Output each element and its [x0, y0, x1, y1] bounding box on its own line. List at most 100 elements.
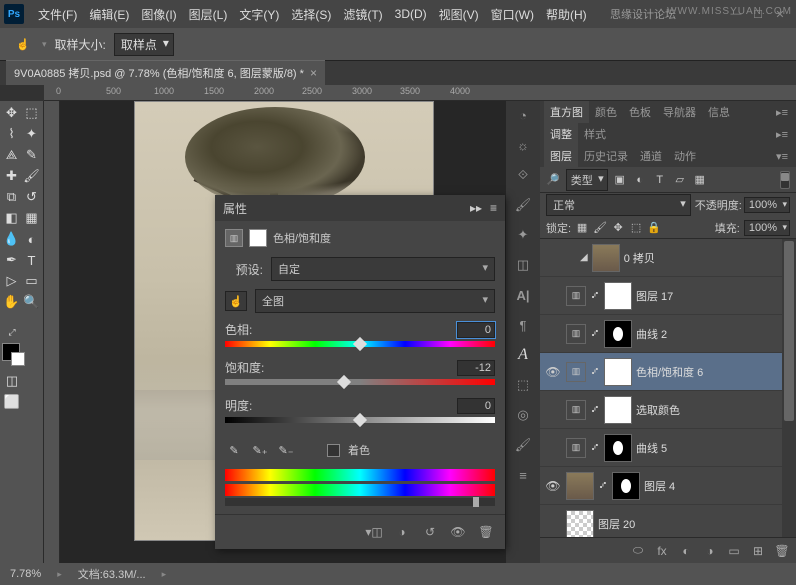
- layer-row[interactable]: 图层 20: [540, 505, 796, 537]
- layer-row[interactable]: 👁▥⑇色相/饱和度 6: [540, 353, 796, 391]
- hue-input[interactable]: 0: [457, 322, 495, 338]
- panel-menu-icon[interactable]: ▸≡: [772, 106, 792, 119]
- eyedropper-tool[interactable]: ✎: [22, 145, 41, 165]
- vtab-icon[interactable]: 🖌: [511, 193, 535, 217]
- tab-histogram[interactable]: 直方图: [544, 101, 589, 123]
- tab-color[interactable]: 颜色: [589, 101, 623, 123]
- lock-position-icon[interactable]: ✥: [611, 221, 625, 235]
- path-tool[interactable]: ▷: [2, 271, 21, 291]
- link-icon[interactable]: ⑇: [590, 290, 600, 301]
- hue-slider[interactable]: [225, 341, 495, 351]
- menu-select[interactable]: 选择(S): [285, 2, 337, 27]
- lasso-tool[interactable]: ⌇: [2, 124, 21, 144]
- wand-tool[interactable]: ✦: [22, 124, 41, 144]
- vtab-icon[interactable]: ⬚: [511, 373, 535, 397]
- vtab-icon[interactable]: ◎: [511, 403, 535, 427]
- targeted-adjust-tool[interactable]: ☝: [225, 291, 247, 311]
- zoom-chevron-icon[interactable]: ▸: [57, 569, 62, 580]
- vtab-icon[interactable]: ◔: [511, 103, 535, 127]
- pen-tool[interactable]: ✒: [2, 250, 21, 270]
- layer-row[interactable]: ▥⑇图层 17: [540, 277, 796, 315]
- shape-tool[interactable]: ▭: [22, 271, 41, 291]
- link-icon[interactable]: ⑇: [598, 480, 608, 491]
- panel-menu-icon[interactable]: ≡: [490, 201, 497, 215]
- layer-thumb[interactable]: [566, 472, 594, 500]
- tab-styles[interactable]: 样式: [578, 123, 612, 145]
- gradient-tool[interactable]: ▦: [22, 208, 41, 228]
- vtab-icon[interactable]: ⟐: [511, 163, 535, 187]
- blend-mode-select[interactable]: 正常: [546, 194, 691, 216]
- menu-3d[interactable]: 3D(D): [389, 3, 433, 25]
- vtab-icon[interactable]: ☼: [511, 133, 535, 157]
- visibility-icon[interactable]: 👁: [449, 523, 467, 541]
- status-chevron-icon[interactable]: ▸: [162, 569, 167, 580]
- vtab-icon[interactable]: ≡: [511, 463, 535, 487]
- tab-adjustments[interactable]: 调整: [544, 123, 578, 145]
- type-tool[interactable]: T: [22, 250, 41, 270]
- menu-view[interactable]: 视图(V): [433, 2, 485, 27]
- mask-thumb[interactable]: [612, 472, 640, 500]
- delete-layer-icon[interactable]: 🗑: [774, 543, 790, 559]
- brush-tool[interactable]: 🖌: [22, 166, 41, 186]
- sample-size-select[interactable]: 取样点: [114, 33, 174, 56]
- properties-header[interactable]: 属性 ▸▸ ≡: [215, 195, 505, 221]
- layer-row[interactable]: 👁⑇图层 4: [540, 467, 796, 505]
- vtab-icon[interactable]: A|: [511, 283, 535, 307]
- panel-menu-icon[interactable]: ▸≡: [772, 128, 792, 141]
- eraser-tool[interactable]: ◧: [2, 208, 21, 228]
- zoom-level[interactable]: 7.78%: [10, 568, 41, 580]
- color-swap-icon[interactable]: ⤢: [2, 322, 22, 342]
- saturation-slider[interactable]: [225, 379, 495, 389]
- reset-icon[interactable]: ↺: [421, 523, 439, 541]
- layer-name[interactable]: 0 拷贝: [624, 250, 655, 266]
- crop-tool[interactable]: ⟁: [2, 145, 21, 165]
- link-layers-icon[interactable]: ⬭: [630, 543, 646, 559]
- mask-thumb[interactable]: [604, 396, 632, 424]
- eyedropper-minus-icon[interactable]: ✎₋: [277, 441, 295, 459]
- mask-thumb[interactable]: [604, 320, 632, 348]
- screen-mode-tool[interactable]: ⬜: [2, 392, 22, 412]
- vtab-icon[interactable]: ¶: [511, 313, 535, 337]
- layer-thumb[interactable]: [592, 244, 620, 272]
- fx-icon[interactable]: fx: [654, 543, 670, 559]
- filter-toggle[interactable]: [780, 171, 790, 189]
- mask-thumb[interactable]: [604, 358, 632, 386]
- clip-to-layer-icon[interactable]: ▾◫: [365, 523, 383, 541]
- delete-icon[interactable]: 🗑: [477, 523, 495, 541]
- layer-row[interactable]: ▥⑇曲线 5: [540, 429, 796, 467]
- vtab-icon[interactable]: ◫: [511, 253, 535, 277]
- document-tab[interactable]: 9V0A0885 拷贝.psd @ 7.78% (色相/饱和度 6, 图层蒙版/…: [6, 60, 325, 85]
- layer-name[interactable]: 图层 20: [598, 516, 635, 532]
- tab-navigator[interactable]: 导航器: [657, 101, 702, 123]
- lightness-slider[interactable]: [225, 417, 495, 427]
- previous-state-icon[interactable]: ◑: [393, 523, 411, 541]
- hue-range-handles[interactable]: [225, 498, 495, 506]
- layer-row[interactable]: ▥⑇曲线 2: [540, 315, 796, 353]
- colorize-checkbox[interactable]: [327, 444, 340, 457]
- menu-edit[interactable]: 编辑(E): [83, 2, 135, 27]
- menu-filter[interactable]: 滤镜(T): [337, 2, 388, 27]
- mask-mode-icon[interactable]: [249, 229, 267, 247]
- dodge-tool[interactable]: ◐: [22, 229, 41, 249]
- tab-history[interactable]: 历史记录: [578, 145, 634, 167]
- lock-artboard-icon[interactable]: ⬚: [629, 221, 643, 235]
- layer-name[interactable]: 图层 17: [636, 288, 673, 304]
- layer-name[interactable]: 图层 4: [644, 478, 675, 494]
- eyedropper-icon[interactable]: ✎: [225, 441, 243, 459]
- panel-menu-icon[interactable]: ▾≡: [772, 150, 792, 163]
- link-icon[interactable]: ⑇: [590, 442, 600, 453]
- tab-actions[interactable]: 动作: [668, 145, 702, 167]
- menu-window[interactable]: 窗口(W): [485, 2, 540, 27]
- opacity-input[interactable]: 100%: [744, 197, 790, 213]
- link-icon[interactable]: ⑇: [590, 366, 600, 377]
- color-range-select[interactable]: 全图: [255, 289, 495, 313]
- vtab-icon[interactable]: ✦: [511, 223, 535, 247]
- fill-input[interactable]: 100%: [744, 220, 790, 236]
- lock-transparent-icon[interactable]: ▦: [575, 221, 589, 235]
- preset-select[interactable]: 自定: [271, 257, 495, 281]
- layer-filter-select[interactable]: 类型: [566, 169, 608, 191]
- adjustment-icon[interactable]: ◑: [702, 543, 718, 559]
- background-color[interactable]: [11, 352, 25, 366]
- finger-tool-icon[interactable]: ☝: [12, 33, 34, 55]
- saturation-input[interactable]: -12: [457, 360, 495, 376]
